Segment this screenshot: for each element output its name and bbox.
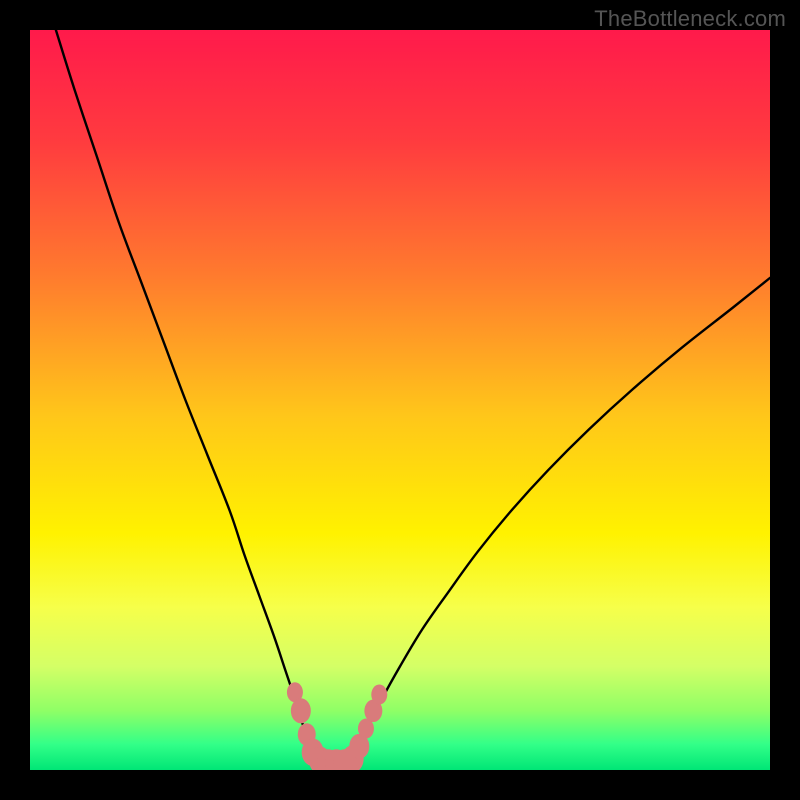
chart-container: TheBottleneck.com	[0, 0, 800, 800]
valley-marker	[371, 685, 387, 705]
gradient-background	[30, 30, 770, 770]
chart-svg	[30, 30, 770, 770]
bottleneck-curve-plot	[30, 30, 770, 770]
watermark-text: TheBottleneck.com	[594, 6, 786, 32]
valley-marker	[291, 698, 311, 723]
